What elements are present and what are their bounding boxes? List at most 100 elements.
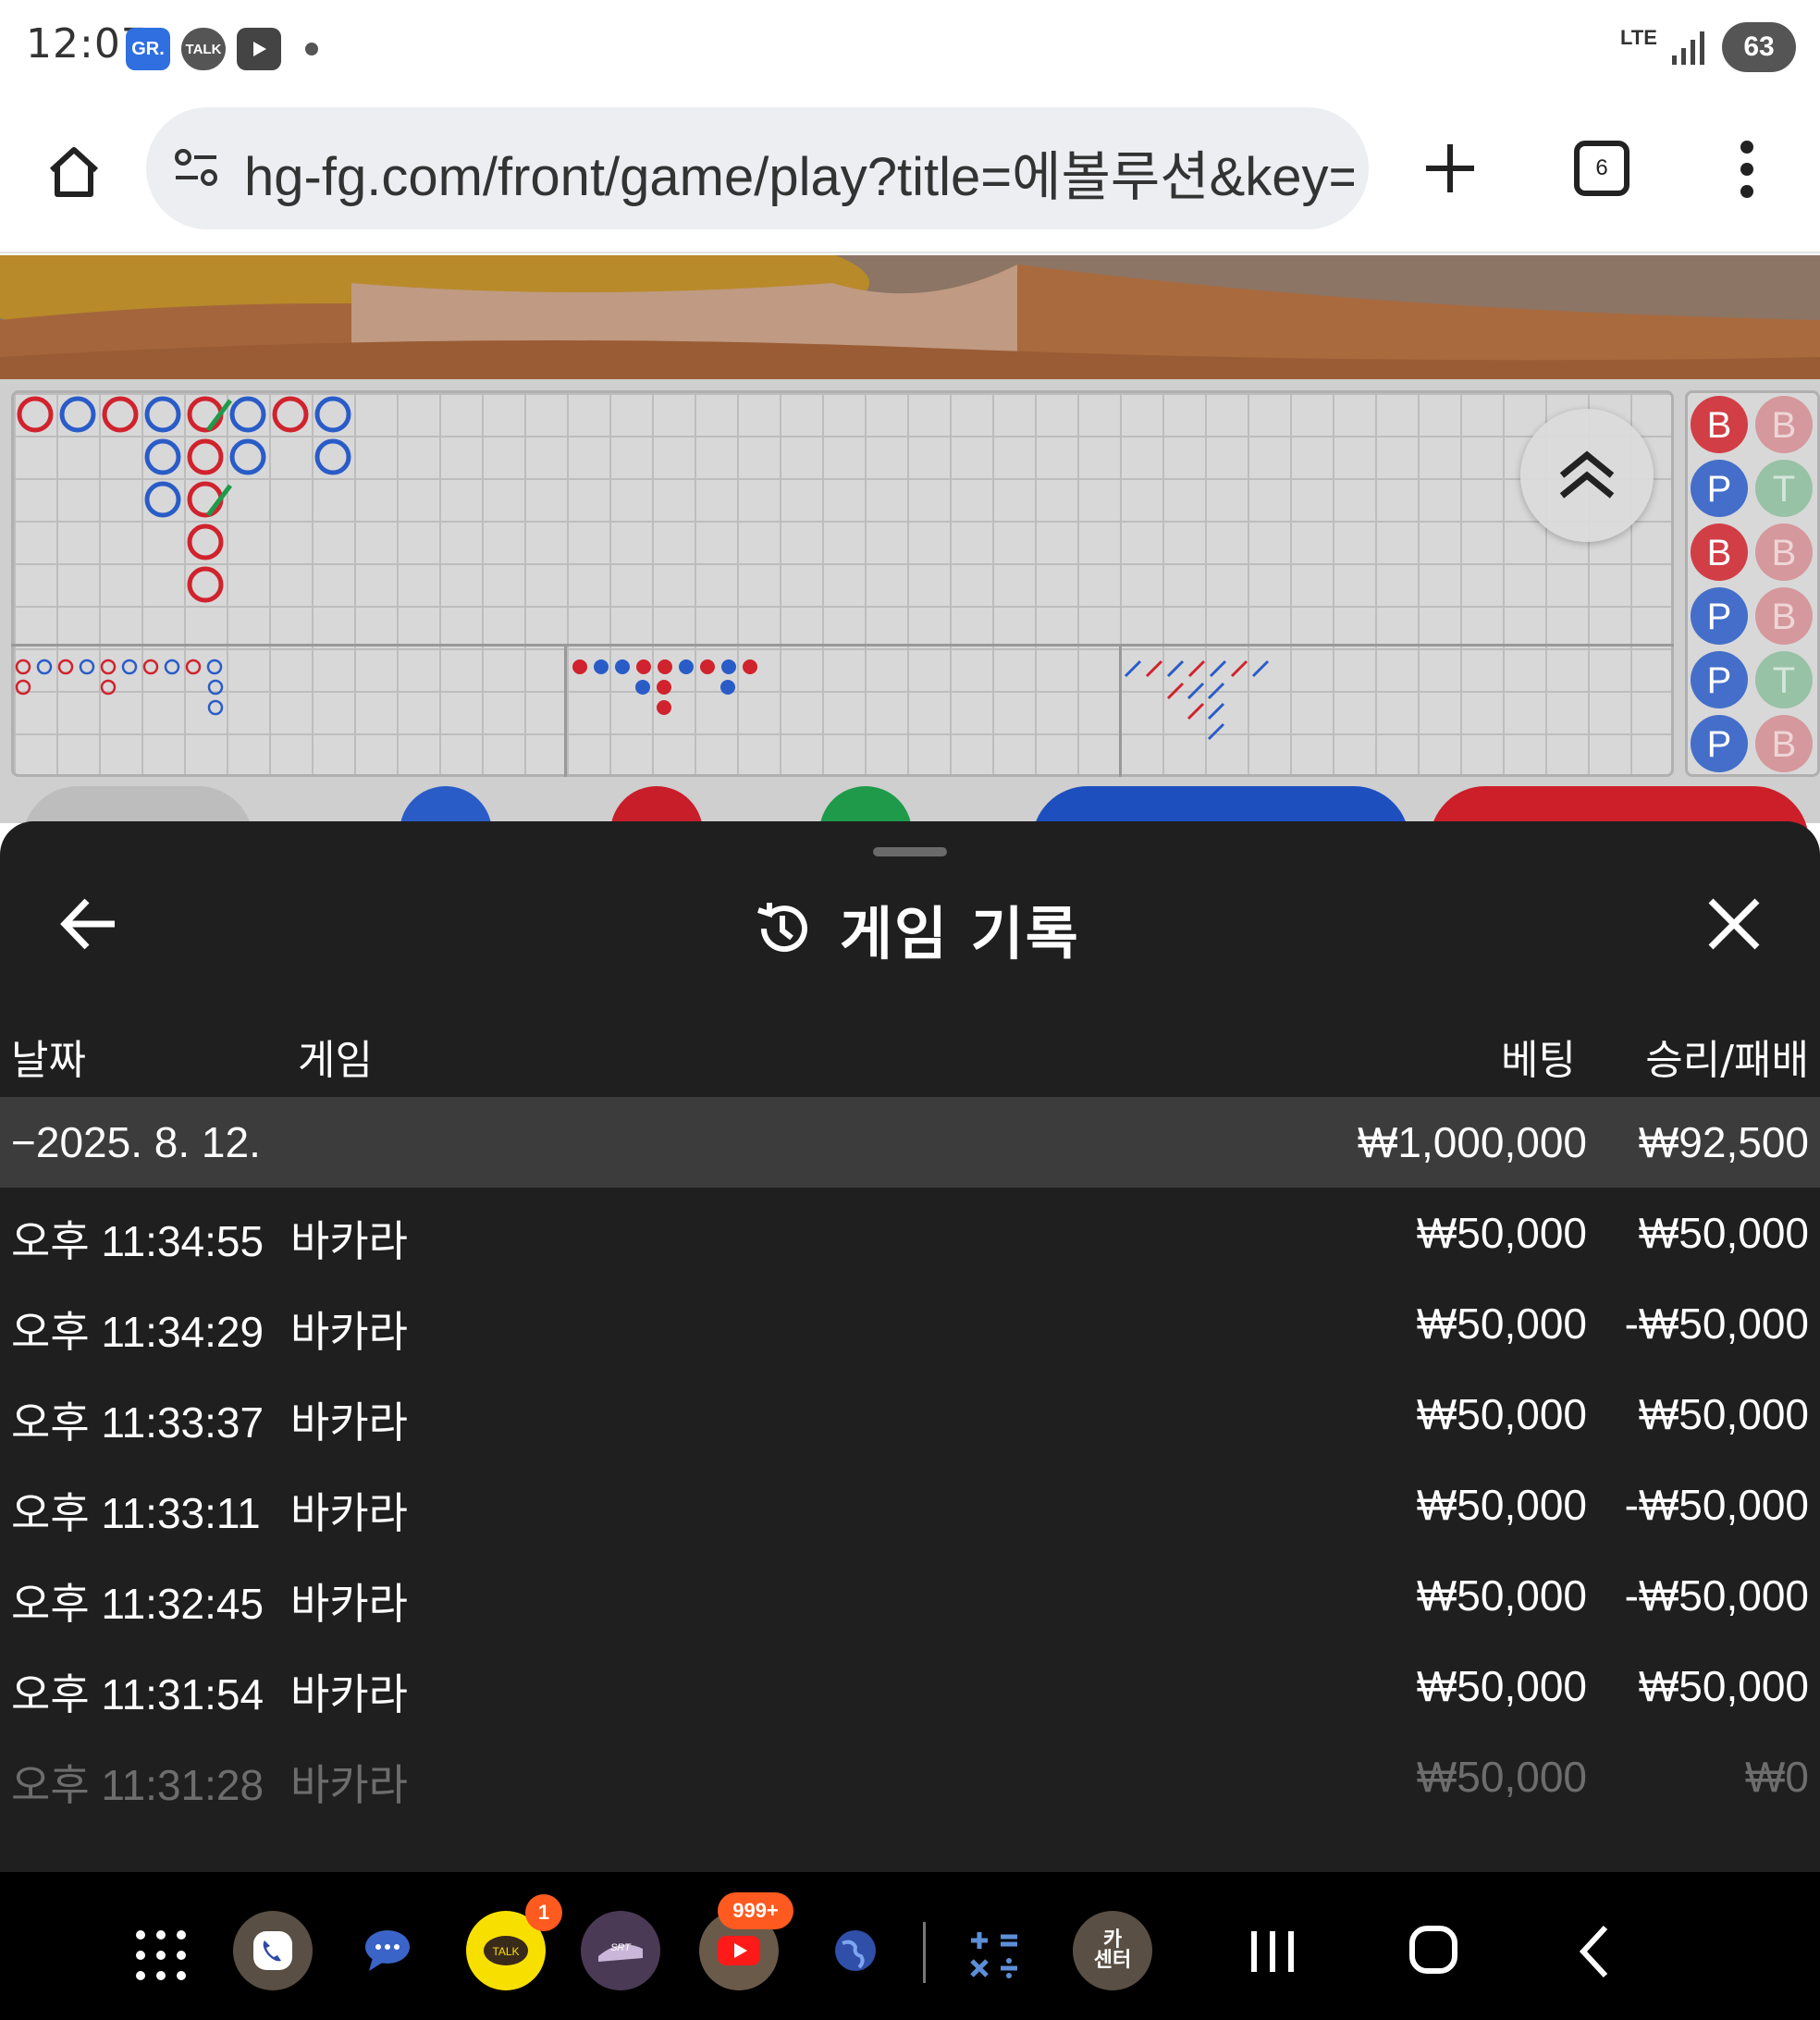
record-bet: ₩50,000 (1416, 1662, 1587, 1710)
road-mark (187, 396, 224, 433)
more-menu-icon[interactable] (1733, 139, 1761, 200)
record-time: 오후 11:31:54 (11, 1670, 264, 1718)
table-row[interactable]: 오후 11:34:55 바카라 ₩50,000 ₩50,000 (0, 1188, 1820, 1278)
expand-roadmap-button[interactable] (1520, 409, 1654, 542)
road-mark (314, 396, 351, 433)
record-bet: ₩50,000 (1416, 1753, 1587, 1801)
double-chevron-up-icon (1559, 450, 1615, 499)
bead-mark (658, 659, 672, 674)
small-road-mark (185, 659, 202, 675)
record-result: -₩50,000 (1624, 1481, 1809, 1529)
new-tab-button[interactable] (1420, 139, 1480, 198)
record-time: 오후 11:34:55 (11, 1217, 264, 1265)
bead-mark (743, 659, 757, 674)
home-nav-icon[interactable] (1408, 1924, 1459, 1976)
drag-handle[interactable] (873, 847, 947, 856)
bead-mark (636, 659, 651, 674)
history-icon (757, 903, 807, 953)
site-settings-icon[interactable] (172, 144, 220, 192)
big-road-grid (11, 390, 1674, 777)
game-history-sheet: 게임 기록 날짜 게임 베팅 승리/패배 −2025. 8. 12. ₩1,00… (0, 821, 1820, 1872)
cockroach-mark (1187, 682, 1205, 700)
column-header-result: 승리/패배 (1645, 1037, 1809, 1084)
close-icon[interactable] (1702, 892, 1766, 956)
road-mark (187, 523, 224, 560)
back-arrow-icon[interactable] (57, 892, 122, 956)
group-bet-total: ₩1,000,000 (1357, 1118, 1587, 1166)
record-bet: ₩50,000 (1416, 1481, 1587, 1529)
phone-app-icon[interactable] (233, 1911, 313, 1990)
live-video-feed (0, 255, 1820, 379)
casino-center-app-icon[interactable]: 카 센터 (1073, 1911, 1152, 1990)
bead-road-label: P (1707, 469, 1732, 510)
date-group-row[interactable]: −2025. 8. 12. ₩1,000,000 ₩92,500 (0, 1097, 1820, 1188)
bead-road-label: B (1707, 533, 1732, 573)
small-road-mark (79, 659, 95, 675)
record-time: 오후 11:34:29 (11, 1308, 264, 1356)
table-row[interactable]: 오후 11:32:45 바카라 ₩50,000 -₩50,000 (0, 1550, 1820, 1641)
cockroach-mark (1145, 659, 1163, 678)
road-mark (229, 438, 266, 475)
record-bet: ₩50,000 (1416, 1209, 1587, 1257)
table-row[interactable]: 오후 11:31:28 바카라 ₩50,000 ₩0 (0, 1731, 1820, 1822)
casino-center-label: 센터 (1093, 1949, 1132, 1972)
column-header-date: 날짜 (11, 1037, 86, 1084)
tab-switcher-button[interactable]: 6 (1574, 141, 1629, 196)
srt-app-icon[interactable]: SRT (581, 1911, 660, 1990)
small-road-mark (100, 659, 117, 675)
small-road-mark (121, 659, 138, 675)
bead-road-label: B (1772, 724, 1797, 765)
cockroach-mark (1209, 659, 1227, 678)
messages-app-icon[interactable] (348, 1911, 427, 1990)
road-mark (59, 396, 96, 433)
road-divider-vertical (564, 644, 567, 777)
calculator-icon[interactable] (967, 1928, 1021, 1981)
road-mark (187, 481, 224, 518)
dealer-video-image (0, 255, 1820, 379)
svg-text:TALK: TALK (492, 1945, 519, 1958)
small-road-mark (206, 659, 223, 675)
app-drawer-icon[interactable] (135, 1929, 187, 1981)
road-mark (314, 438, 351, 475)
home-icon (49, 147, 99, 197)
dock-divider (923, 1922, 926, 1983)
table-row[interactable]: 오후 11:33:37 바카라 ₩50,000 ₩50,000 (0, 1369, 1820, 1460)
cockroach-mark (1124, 659, 1142, 678)
back-nav-icon[interactable] (1576, 1924, 1613, 1979)
record-result: ₩50,000 (1638, 1390, 1809, 1438)
kakaotalk-badge: 1 (525, 1894, 562, 1931)
bead-mark (572, 659, 587, 674)
cockroach-mark (1187, 702, 1205, 721)
table-row[interactable]: 오후 11:34:29 바카라 ₩50,000 -₩50,000 (0, 1278, 1820, 1369)
road-mark (272, 396, 309, 433)
recent-apps-icon[interactable] (1247, 1926, 1298, 1977)
record-game: 바카라 (290, 1216, 408, 1266)
status-bar: 12:07 GR. TALK LTE 63 (0, 0, 1820, 102)
road-mark (144, 396, 181, 433)
bead-mark (721, 659, 736, 674)
browser-toolbar: hg-fg.com/front/game/play?title=에볼루션&key… (0, 102, 1820, 253)
browser-app-icon[interactable] (816, 1911, 895, 1990)
globe-icon (835, 1930, 876, 1971)
bead-road-label: T (1773, 660, 1795, 701)
cockroach-mark (1230, 659, 1248, 678)
table-row[interactable]: 오후 11:33:11 바카라 ₩50,000 -₩50,000 (0, 1460, 1820, 1550)
youtube-badge: 999+ (718, 1892, 793, 1929)
bead-road-label: P (1707, 660, 1732, 701)
record-result: ₩50,000 (1638, 1209, 1809, 1257)
home-button[interactable] (41, 139, 107, 205)
address-bar[interactable]: hg-fg.com/front/game/play?title=에볼루션&key… (146, 107, 1369, 229)
cockroach-mark (1166, 659, 1185, 678)
road-divider (11, 644, 1674, 647)
url-text[interactable]: hg-fg.com/front/game/play?title=에볼루션&key… (244, 133, 1354, 211)
chat-bubble-icon (365, 1930, 410, 1971)
record-result: -₩50,000 (1624, 1571, 1809, 1620)
casino-center-label: 카 (1102, 1928, 1123, 1952)
record-game: 바카라 (290, 1760, 408, 1810)
cockroach-mark (1207, 702, 1225, 721)
bead-mark (720, 680, 735, 695)
small-road-mark (164, 659, 180, 675)
sheet-header: 게임 기록 (751, 892, 1080, 967)
table-row[interactable]: 오후 11:31:54 바카라 ₩50,000 ₩50,000 (0, 1641, 1820, 1731)
bead-mark (679, 659, 694, 674)
